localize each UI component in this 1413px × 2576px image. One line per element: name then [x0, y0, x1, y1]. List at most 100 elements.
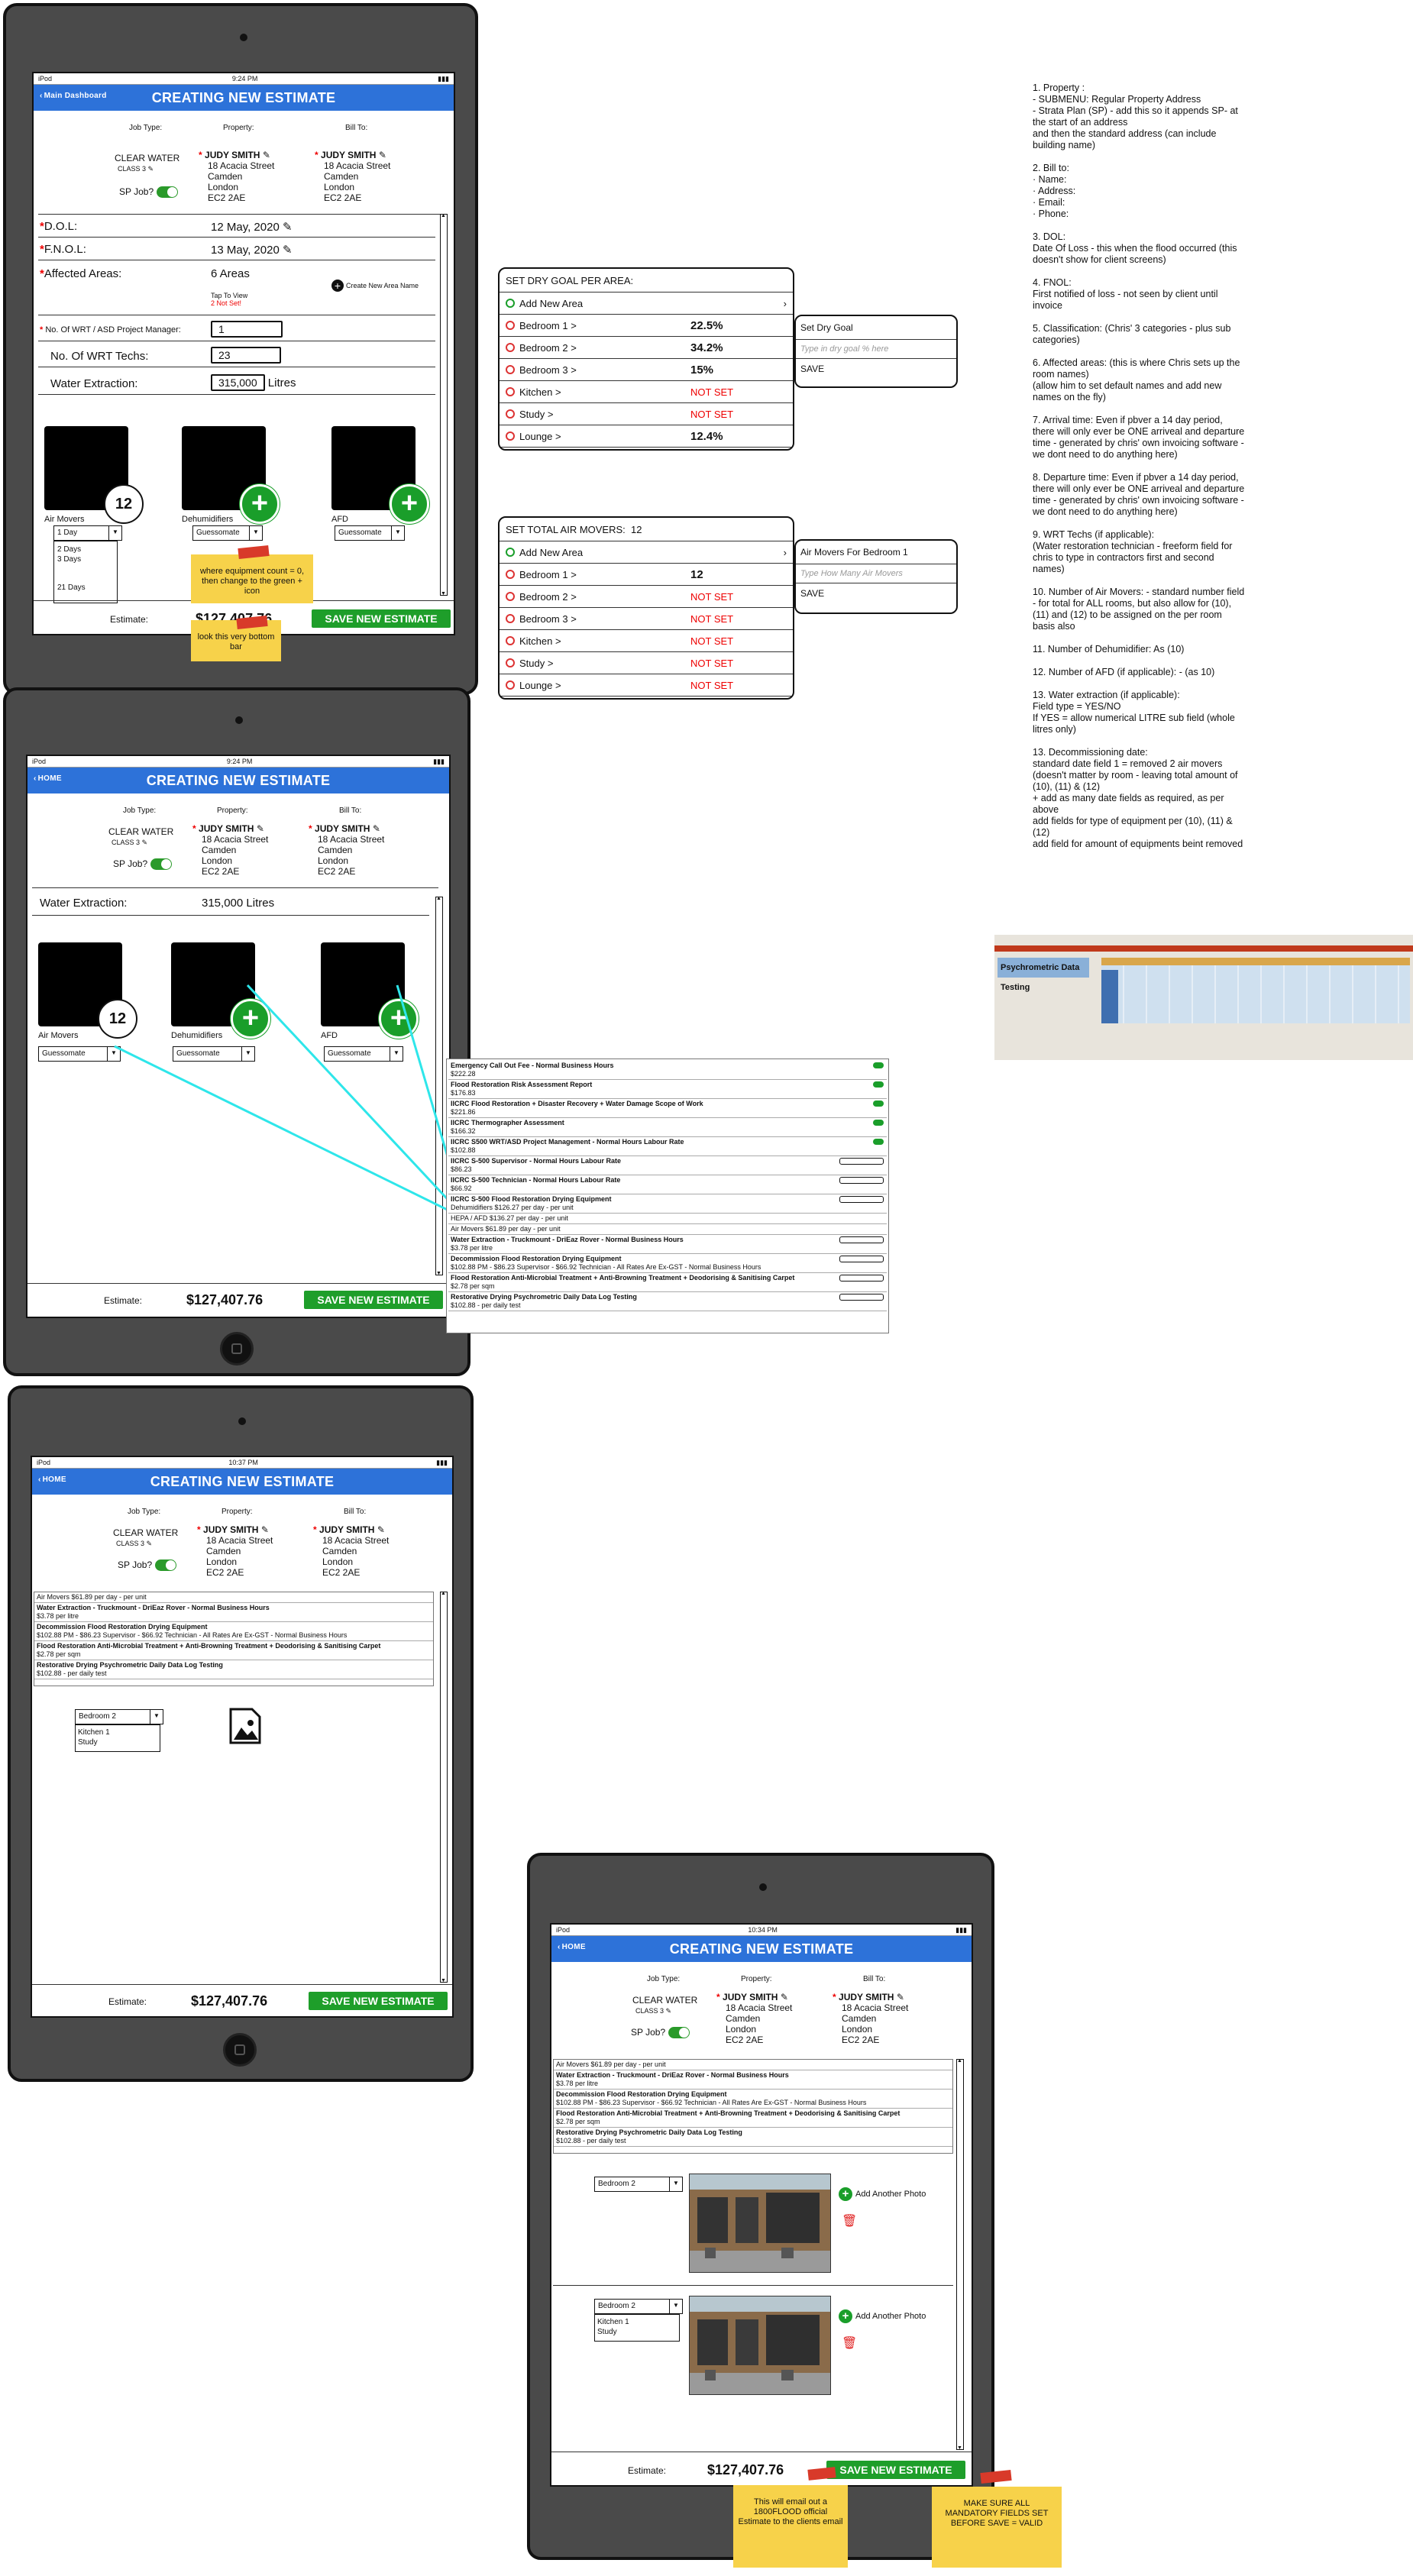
fee-detail: $2.78 per sqm — [451, 1282, 495, 1290]
back-button[interactable]: ‹ HOME — [38, 1475, 66, 1484]
fee-item[interactable]: Flood Restoration Anti-Microbial Treatme… — [34, 1641, 433, 1660]
fee-list-short: Air Movers $61.89 per day - per unit Wate… — [34, 1592, 434, 1686]
property-address[interactable]: * JUDY SMITH ✎ 18 Acacia Street Camden L… — [716, 1992, 792, 2045]
fee-item[interactable]: Restorative Drying Psychrometric Daily D… — [554, 2128, 952, 2147]
area-row[interactable]: Kitchen > NOT SET — [500, 630, 793, 652]
area-row[interactable]: Bedroom 2 > 34.2% — [500, 337, 793, 359]
trash-icon[interactable]: 🗑 — [842, 2335, 857, 2351]
room-photo[interactable] — [689, 2296, 831, 2395]
fee-toggle[interactable] — [873, 1120, 884, 1126]
fee-detail: $102.88 - per daily test — [556, 2137, 626, 2145]
fee-toggle[interactable] — [873, 1062, 884, 1068]
fee-toggle[interactable] — [873, 1081, 884, 1088]
room-dropdown[interactable]: Bedroom 2 ▼ — [594, 2177, 683, 2192]
add-photo-button[interactable]: + Add Another Photo — [839, 2309, 926, 2323]
fee-input[interactable] — [839, 1256, 884, 1262]
area-row[interactable]: Bedroom 2 > NOT SET — [500, 586, 793, 608]
scrollbar[interactable] — [440, 1591, 448, 1983]
area-value: 15% — [690, 363, 714, 377]
save-estimate-button[interactable]: SAVE NEW ESTIMATE — [309, 1992, 448, 2010]
option-study[interactable]: Study — [78, 1737, 157, 1747]
fee-item[interactable]: IICRC S500 WRT/ASD Project Management - … — [448, 1137, 887, 1156]
fee-detail: $66.92 — [451, 1185, 472, 1192]
camera — [759, 1883, 767, 1891]
popup-save-button[interactable]: SAVE — [796, 583, 956, 603]
room-dropdown[interactable]: Bedroom 2 ▼ — [594, 2299, 683, 2314]
fee-input[interactable] — [839, 1177, 884, 1184]
fee-item[interactable]: Flood Restoration Anti-Microbial Treatme… — [448, 1273, 887, 1292]
option-kitchen[interactable]: Kitchen 1 — [597, 2317, 677, 2327]
area-name: Bedroom 3 > — [519, 364, 577, 376]
fee-item[interactable]: Air Movers $61.89 per day - per unit — [554, 2060, 952, 2070]
fee-item[interactable]: Air Movers $61.89 per day - per unit — [448, 1224, 887, 1235]
scrollbar[interactable] — [956, 2058, 964, 2451]
chevron-right-icon: › — [783, 297, 787, 309]
sp-job-toggle[interactable] — [154, 1559, 176, 1572]
fee-item[interactable]: IICRC S-500 Supervisor - Normal Hours La… — [448, 1156, 887, 1175]
nav-bar: ‹ HOME CREATING NEW ESTIMATE — [32, 1469, 452, 1495]
bill-to-address[interactable]: * JUDY SMITH ✎ 18 Acacia Street Camden L… — [313, 1524, 389, 1578]
fee-item[interactable]: IICRC S-500 Flood Restoration Drying Equ… — [448, 1194, 887, 1214]
add-icon — [506, 299, 515, 308]
fee-item[interactable]: Emergency Call Out Fee - Normal Business… — [448, 1061, 887, 1080]
option-study[interactable]: Study — [597, 2327, 677, 2337]
image-placeholder-icon[interactable] — [229, 1708, 261, 1744]
area-row[interactable]: Bedroom 3 > NOT SET — [500, 608, 793, 630]
fee-title: IICRC S500 WRT/ASD Project Management - … — [451, 1138, 684, 1146]
fee-item[interactable]: HEPA / AFD $136.27 per day - per unit — [448, 1214, 887, 1224]
sp-job: SP Job? — [631, 2027, 690, 2039]
fee-item[interactable]: Air Movers $61.89 per day - per unit — [34, 1592, 433, 1603]
fee-detail: $3.78 per litre — [451, 1244, 493, 1252]
sp-job-toggle[interactable] — [668, 2027, 690, 2039]
save-estimate-button[interactable]: SAVE NEW ESTIMATE — [826, 2461, 965, 2479]
area-row[interactable]: Study > NOT SET — [500, 652, 793, 674]
trash-icon[interactable]: 🗑 — [842, 2213, 857, 2229]
fee-item[interactable]: Water Extraction - Truckmount - DriEaz R… — [34, 1603, 433, 1622]
fee-item[interactable]: Flood Restoration Anti-Microbial Treatme… — [554, 2109, 952, 2128]
fee-item[interactable]: Water Extraction - Truckmount - DriEaz R… — [448, 1235, 887, 1254]
area-row[interactable]: Kitchen > NOT SET — [500, 381, 793, 403]
area-row[interactable]: Bedroom 1 > 12 — [500, 564, 793, 586]
room-photo[interactable] — [689, 2174, 831, 2273]
fee-detail: Air Movers $61.89 per day - per unit — [37, 1593, 147, 1601]
area-name: Bedroom 1 > — [519, 568, 577, 580]
fee-input[interactable] — [839, 1196, 884, 1203]
fee-toggle[interactable] — [873, 1139, 884, 1145]
room-dropdown[interactable]: Bedroom 2 ▼ — [75, 1709, 163, 1724]
fee-input[interactable] — [839, 1294, 884, 1301]
home-button[interactable] — [223, 2033, 257, 2067]
area-value: NOT SET — [690, 386, 734, 398]
area-row[interactable]: Study > NOT SET — [500, 403, 793, 425]
fee-input[interactable] — [839, 1275, 884, 1282]
property-address[interactable]: * JUDY SMITH ✎ 18 Acacia Street Camden L… — [197, 1524, 273, 1578]
dry-goal-rows: Bedroom 1 >22.5% Bedroom 2 >34.2% Bedroom … — [500, 315, 793, 448]
area-row[interactable]: Lounge > 12.4% — [500, 425, 793, 448]
bill-to-address[interactable]: * JUDY SMITH ✎ 18 Acacia Street Camden L… — [833, 1992, 908, 2045]
air-movers-input[interactable]: Type How Many Air Movers — [796, 564, 956, 583]
fee-item[interactable]: Restorative Drying Psychrometric Daily D… — [448, 1292, 887, 1311]
add-photo-button[interactable]: + Add Another Photo — [839, 2187, 926, 2201]
dry-goal-input[interactable]: Type in dry goal % here — [796, 339, 956, 359]
area-row[interactable]: Bedroom 1 > 22.5% — [500, 315, 793, 337]
fee-item[interactable]: Decommission Flood Restoration Drying Eq… — [554, 2090, 952, 2109]
back-button[interactable]: ‹ HOME — [558, 1943, 586, 1951]
fee-item[interactable]: IICRC Thermographer Assessment $166.32 — [448, 1118, 887, 1137]
fee-input[interactable] — [839, 1236, 884, 1243]
estimate-label: Estimate: — [108, 1996, 147, 2007]
fee-detail: $102.88 PM - $86.23 Supervisor - $66.92 … — [37, 1631, 348, 1639]
add-area-row[interactable]: Add New Area › — [500, 541, 793, 564]
fee-item[interactable]: Flood Restoration Risk Assessment Report… — [448, 1080, 887, 1099]
fee-item[interactable]: Water Extraction - Truckmount - DriEaz R… — [554, 2070, 952, 2090]
fee-item[interactable]: Restorative Drying Psychrometric Daily D… — [34, 1660, 433, 1679]
fee-input[interactable] — [839, 1158, 884, 1165]
add-area-row[interactable]: Add New Area › — [500, 293, 793, 315]
area-row[interactable]: Lounge > NOT SET — [500, 674, 793, 697]
fee-item[interactable]: IICRC S-500 Technician - Normal Hours La… — [448, 1175, 887, 1194]
area-row[interactable]: Bedroom 3 > 15% — [500, 359, 793, 381]
fee-item[interactable]: Decommission Flood Restoration Drying Eq… — [448, 1254, 887, 1273]
fee-toggle[interactable] — [873, 1101, 884, 1107]
option-kitchen[interactable]: Kitchen 1 — [78, 1728, 157, 1737]
popup-save-button[interactable]: SAVE — [796, 359, 956, 379]
fee-item[interactable]: IICRC Flood Restoration + Disaster Recov… — [448, 1099, 887, 1118]
fee-item[interactable]: Decommission Flood Restoration Drying Eq… — [34, 1622, 433, 1641]
